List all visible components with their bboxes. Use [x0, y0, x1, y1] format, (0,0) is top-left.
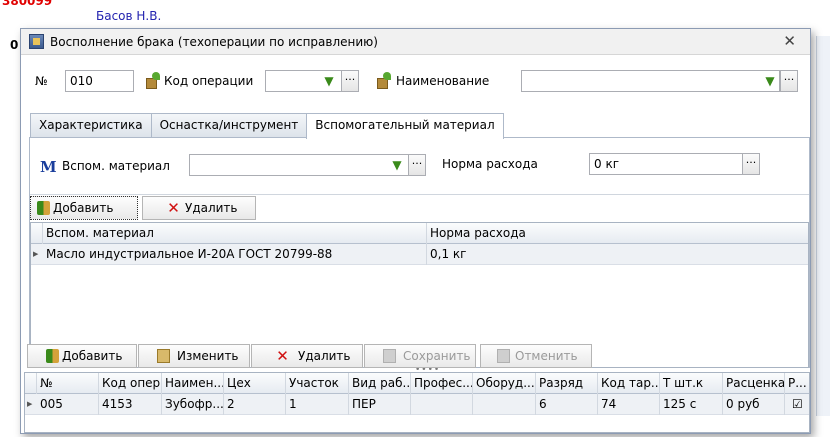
operation-delete-button[interactable]: ✕ Удалить [251, 344, 363, 368]
dialog-titlebar: Восполнение брака (техоперации по исправ… [21, 29, 810, 55]
r-checkbox[interactable]: ☑ [785, 394, 809, 415]
column-header-section[interactable]: Участок [286, 373, 349, 394]
number-field[interactable]: 010 [65, 70, 134, 92]
save-icon [383, 349, 396, 363]
column-header-workshop[interactable]: Цех [224, 373, 286, 394]
column-header-work-type[interactable]: Вид раб... [349, 373, 411, 394]
work-type-cell: ПЕР [349, 394, 411, 415]
cancel-icon [497, 349, 510, 363]
material-add-button[interactable]: Добавить [30, 196, 138, 220]
name-ellipsis-button[interactable]: ··· [780, 70, 798, 92]
consumption-rate-label: Норма расхода [442, 157, 538, 171]
operations-table: № Код опер. Наимен... Цех Участок Вид ра… [24, 372, 810, 433]
column-header-piece-time[interactable]: Т шт.к [660, 373, 723, 394]
background-window: 380099 Басов Н.В. [0, 0, 830, 30]
tab-aux-material[interactable]: Вспомогательный материал [306, 113, 504, 139]
opcode-cell: 4153 [99, 394, 162, 415]
number-label: № [35, 74, 48, 88]
operation-delete-label: Удалить [298, 349, 351, 363]
operation-edit-label: Изменить [177, 349, 239, 363]
tab-tooling[interactable]: Оснастка/инструмент [150, 113, 308, 137]
delete-icon: ✕ [276, 347, 289, 365]
row-arrow-icon: ▶ [27, 400, 33, 408]
background-user-name: Басов Н.В. [96, 9, 162, 23]
material-icon: M [40, 158, 57, 176]
background-red-code: 380099 [2, 0, 53, 8]
edit-icon [157, 349, 170, 363]
rate-cell: 0 руб [723, 394, 785, 415]
consumption-rate-field[interactable]: 0 кг [589, 153, 743, 175]
operation-add-button[interactable]: Добавить [27, 344, 137, 368]
filter-icon[interactable]: ▼ [320, 70, 338, 92]
column-header-grade[interactable]: Разряд [536, 373, 598, 394]
operation-cancel-label: Отменить [515, 349, 578, 363]
column-header-name[interactable]: Наимен... [162, 373, 224, 394]
dialog-title: Восполнение брака (техоперации по исправ… [50, 34, 378, 49]
rate-cell: 0,1 кг [430, 247, 467, 261]
name-icon [376, 72, 392, 89]
name-field[interactable] [521, 70, 780, 92]
add-icon [46, 349, 59, 363]
tab-characteristics[interactable]: Характеристика [30, 113, 152, 137]
delete-icon: ✕ [167, 199, 180, 217]
filter-icon[interactable]: ▼ [388, 154, 406, 176]
operation-cancel-button[interactable]: Отменить [480, 344, 592, 368]
section-cell: 1 [286, 394, 349, 415]
grade-cell: 6 [536, 394, 598, 415]
operation-save-label: Сохранить [403, 349, 471, 363]
aux-material-ellipsis-button[interactable]: ··· [408, 154, 426, 176]
row-arrow-icon: ▶ [33, 250, 39, 258]
operation-save-button[interactable]: Сохранить [364, 344, 476, 368]
filter-icon[interactable]: ▼ [761, 70, 779, 92]
material-delete-button[interactable]: ✕ Удалить [142, 196, 256, 220]
column-header-opcode[interactable]: Код опер. [99, 373, 162, 394]
panel-divider [30, 194, 809, 195]
column-header-equipment[interactable]: Оборуд... [473, 373, 536, 394]
table-row[interactable]: ▶ Масло индустриальное И-20А ГОСТ 20799-… [31, 244, 808, 265]
column-header-profession[interactable]: Профес... [411, 373, 473, 394]
aux-material-label: Вспом. материал [62, 159, 170, 173]
operations-table-header: № Код опер. Наимен... Цех Участок Вид ра… [25, 373, 809, 394]
consumption-rate-ellipsis-button[interactable]: ··· [742, 153, 760, 175]
material-cell: Масло индустриальное И-20А ГОСТ 20799-88 [43, 244, 427, 265]
material-add-label: Добавить [53, 201, 114, 215]
tab-strip: Характеристика Оснастка/инструмент Вспом… [30, 113, 504, 139]
row-indicator-header [31, 223, 43, 244]
close-icon[interactable]: ✕ [783, 32, 796, 50]
no-cell: 005 [37, 394, 99, 415]
operation-code-ellipsis-button[interactable]: ··· [341, 70, 359, 92]
column-header-rate[interactable]: Норма расхода [427, 223, 808, 244]
column-header-material[interactable]: Вспом. материал [43, 223, 427, 244]
background-right-panel [816, 36, 830, 416]
app-icon [29, 34, 44, 49]
column-header-no[interactable]: № [37, 373, 99, 394]
add-icon [37, 201, 50, 215]
aux-material-field[interactable] [189, 154, 409, 176]
equipment-cell [473, 394, 536, 415]
profession-cell [411, 394, 473, 415]
row-indicator-header [25, 373, 37, 394]
background-zero-label: 0 [10, 38, 19, 52]
column-header-r[interactable]: Р... [785, 373, 809, 394]
tariff-code-cell: 74 [598, 394, 660, 415]
column-header-tariff-code[interactable]: Код тар... [598, 373, 660, 394]
table-row[interactable]: ▶ 005 4153 Зубофр... 2 1 ПЕР 6 74 125 с … [25, 394, 809, 415]
operation-edit-button[interactable]: Изменить [138, 344, 250, 368]
material-delete-label: Удалить [185, 201, 238, 215]
workshop-cell: 2 [224, 394, 286, 415]
name-cell: Зубофр... [162, 394, 224, 415]
dialog-window: Восполнение брака (техоперации по исправ… [20, 28, 811, 434]
aux-material-panel: M Вспом. материал ▼ ··· Норма расхода 0 … [29, 137, 810, 368]
operation-add-label: Добавить [62, 349, 123, 363]
column-header-rate[interactable]: Расценка [723, 373, 785, 394]
piece-time-cell: 125 с [660, 394, 723, 415]
operation-code-icon [145, 72, 161, 89]
operation-code-label: Код операции [164, 74, 254, 88]
material-table-header: Вспом. материал Норма расхода [31, 223, 808, 244]
name-label: Наименование [396, 74, 490, 88]
